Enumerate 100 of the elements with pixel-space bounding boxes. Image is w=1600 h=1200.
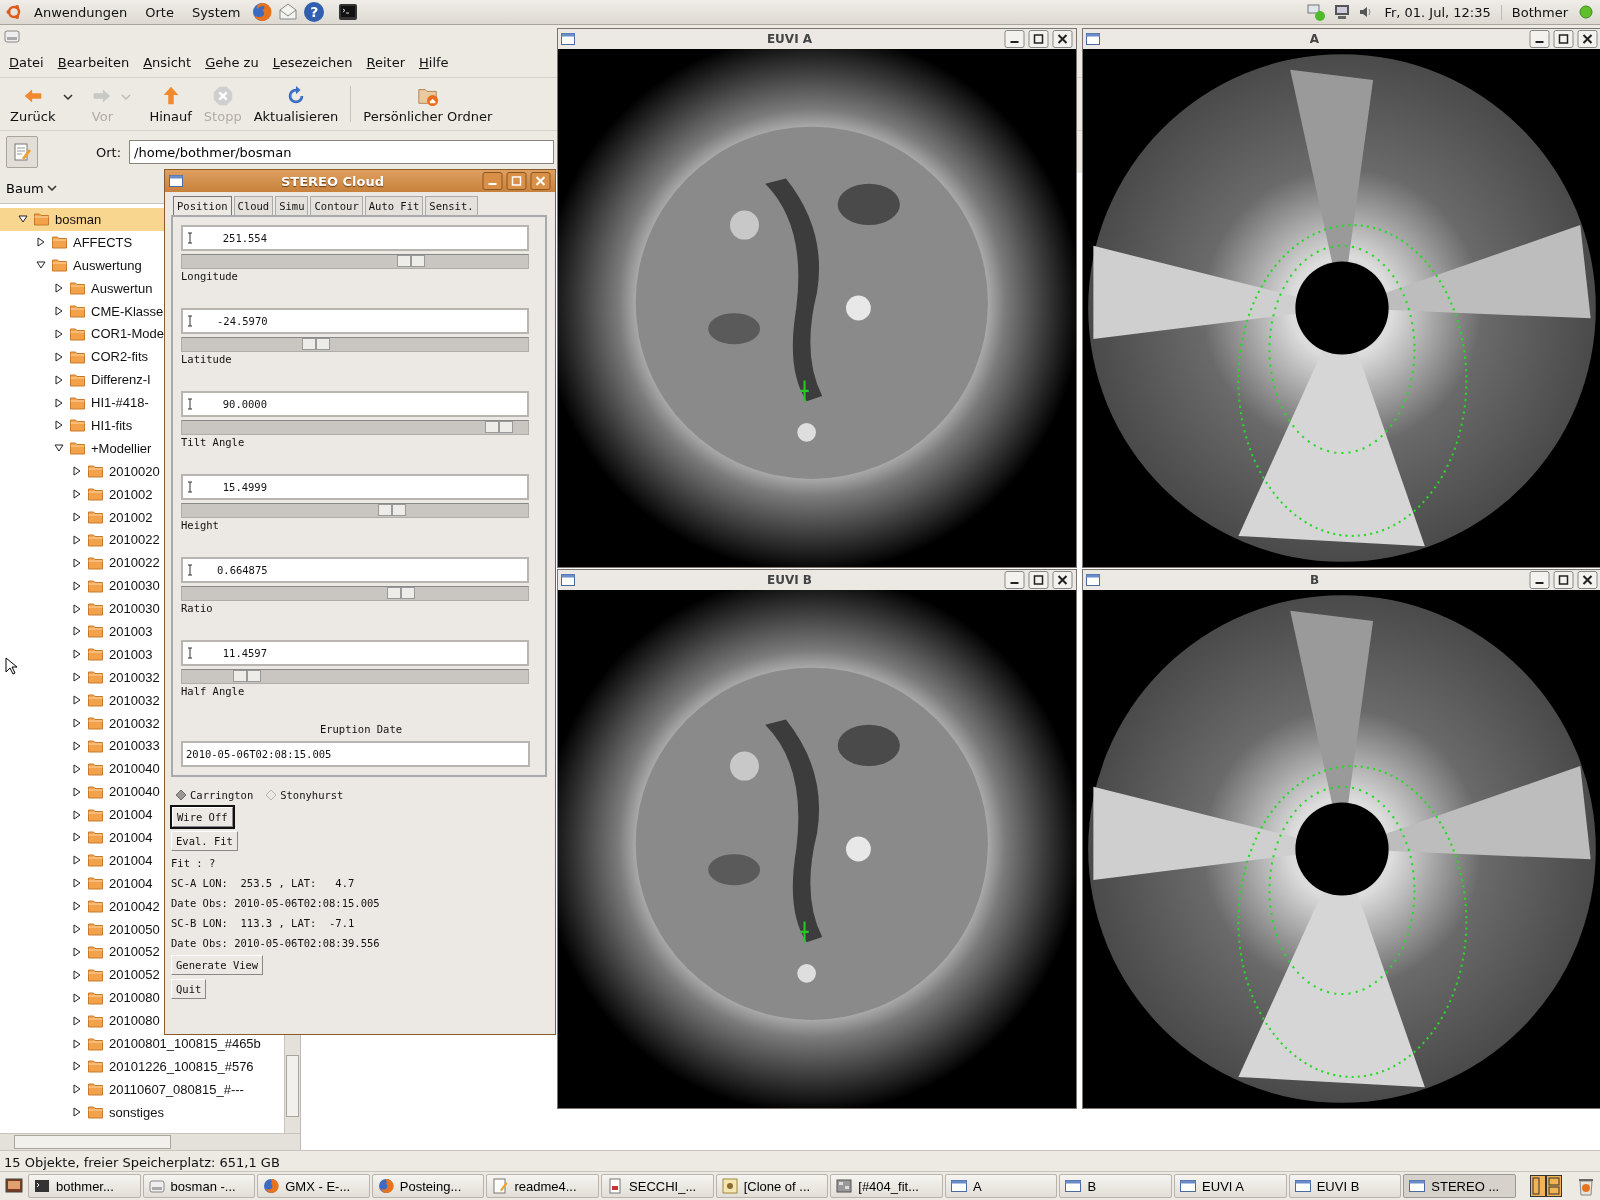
panel-menu[interactable]: System <box>185 4 247 20</box>
browser-icon[interactable] <box>252 2 273 22</box>
slider[interactable] <box>181 586 529 601</box>
expander-icon[interactable] <box>72 924 82 935</box>
close-icon[interactable] <box>1052 30 1073 48</box>
side-pane-dropdown[interactable]: Baum <box>0 180 63 196</box>
tree-item[interactable]: 2010032 <box>0 711 284 735</box>
show-desktop-icon[interactable] <box>4 1176 24 1196</box>
expander-icon[interactable] <box>72 1107 82 1118</box>
close-icon[interactable] <box>1052 571 1073 589</box>
expander-icon[interactable] <box>36 237 46 248</box>
maximize-icon[interactable] <box>1553 30 1574 48</box>
tab[interactable]: Contour <box>310 196 363 215</box>
slider-thumb[interactable] <box>302 338 331 350</box>
menu-item[interactable]: Gehe zu <box>205 54 259 70</box>
value-field[interactable]: 251.554 <box>181 225 529 251</box>
expander-icon[interactable] <box>72 534 82 545</box>
expander-icon[interactable] <box>36 260 46 271</box>
value-field[interactable]: 0.664875 <box>181 557 529 583</box>
terminal-icon[interactable] <box>338 2 359 22</box>
expander-icon[interactable] <box>72 649 82 660</box>
close-icon[interactable] <box>1577 571 1598 589</box>
maximize-icon[interactable] <box>506 172 527 190</box>
close-icon[interactable] <box>530 172 551 190</box>
expander-icon[interactable] <box>54 328 64 339</box>
date-field[interactable]: 2010-05-06T02:08:15.005 <box>181 741 530 767</box>
menu-item[interactable]: Hilfe <box>419 54 449 70</box>
slider-thumb[interactable] <box>377 504 406 516</box>
tab[interactable]: Auto Fit <box>364 196 424 215</box>
expander-icon[interactable] <box>72 809 82 820</box>
minimize-icon[interactable] <box>1004 30 1025 48</box>
expander-icon[interactable] <box>72 603 82 614</box>
slider[interactable] <box>181 420 529 435</box>
expander-icon[interactable] <box>72 512 82 522</box>
menu-item[interactable]: Ansicht <box>143 54 192 70</box>
expander-icon[interactable] <box>72 855 82 866</box>
maximize-icon[interactable] <box>1028 30 1049 48</box>
taskbar-button[interactable]: STEREO ... <box>1403 1174 1516 1198</box>
maximize-icon[interactable] <box>1553 571 1574 589</box>
trash-icon[interactable] <box>1576 1176 1596 1196</box>
tree-item[interactable]: sonstiges <box>0 1100 284 1124</box>
menu-item[interactable]: Lesezeichen <box>272 54 353 70</box>
slider-thumb[interactable] <box>485 421 514 433</box>
minimize-icon[interactable] <box>1004 571 1025 589</box>
expander-icon[interactable] <box>72 946 82 957</box>
button[interactable]: Quit <box>171 979 207 999</box>
taskbar-button[interactable]: EUVI B <box>1288 1174 1402 1198</box>
expander-icon[interactable] <box>72 763 82 774</box>
slider[interactable] <box>181 337 529 352</box>
tree-item[interactable]: 201003 <box>0 620 284 643</box>
menu-item[interactable]: Reiter <box>366 54 406 70</box>
expander-icon[interactable] <box>54 306 64 316</box>
scrollbar[interactable] <box>0 1133 300 1150</box>
taskbar-button[interactable]: [#404_fit... <box>830 1174 943 1198</box>
mail-icon[interactable] <box>278 2 299 22</box>
slider-thumb[interactable] <box>396 255 425 267</box>
toolbar-button[interactable]: Hinauf <box>143 82 198 126</box>
value-field[interactable]: 15.4999 <box>181 474 529 500</box>
expander-icon[interactable] <box>72 718 82 729</box>
panel-menu[interactable]: Anwendungen <box>28 4 134 20</box>
maximize-icon[interactable] <box>1028 571 1049 589</box>
button[interactable]: Generate View <box>171 955 264 975</box>
expander-icon[interactable] <box>72 695 82 706</box>
button[interactable]: Eval. Fit <box>171 831 238 851</box>
tree-item[interactable]: Differenz-I <box>0 368 284 392</box>
expander-icon[interactable] <box>72 466 82 477</box>
tree-item[interactable]: 20101226_100815_#576 <box>0 1054 284 1078</box>
taskbar-button[interactable]: readme4... <box>486 1174 600 1198</box>
tree-item[interactable]: HI1-fits <box>0 414 284 437</box>
radio-option[interactable]: Stonyhurst <box>265 789 344 801</box>
expander-icon[interactable] <box>54 397 64 408</box>
expander-icon[interactable] <box>72 557 82 568</box>
taskbar-button[interactable]: SECCHI_... <box>601 1174 714 1198</box>
expander-icon[interactable] <box>72 786 82 797</box>
radio-option[interactable]: Carrington <box>175 789 254 801</box>
expander-icon[interactable] <box>72 626 82 637</box>
taskbar-button[interactable]: bothmer... <box>28 1174 141 1198</box>
expander-icon[interactable] <box>72 969 82 980</box>
tree-item[interactable]: 20110607_080815_#--- <box>0 1077 284 1101</box>
expander-icon[interactable] <box>72 1061 82 1072</box>
window-icon[interactable] <box>1086 574 1100 586</box>
value-field[interactable]: -24.5970 <box>181 308 529 334</box>
taskbar-button[interactable]: B <box>1059 1174 1173 1198</box>
taskbar-button[interactable]: Posteing... <box>371 1174 485 1198</box>
toolbar-button[interactable]: Persönlicher Ordner <box>357 82 499 126</box>
clock[interactable]: Fr, 01. Jul, 12:35 <box>1380 4 1495 20</box>
expander-icon[interactable] <box>72 1015 82 1026</box>
close-icon[interactable] <box>1577 30 1598 48</box>
expander-icon[interactable] <box>54 283 64 294</box>
logo-icon[interactable] <box>6 4 22 20</box>
slider[interactable] <box>181 254 529 269</box>
menu-item[interactable]: Datei <box>9 54 44 70</box>
minimize-icon[interactable] <box>482 172 503 190</box>
status-dot-icon[interactable] <box>1578 4 1594 20</box>
taskbar-button[interactable]: bosman -... <box>142 1174 256 1198</box>
expander-icon[interactable] <box>72 992 82 1003</box>
minimize-icon[interactable] <box>1529 30 1550 48</box>
expander-icon[interactable] <box>54 374 64 385</box>
toolbar-button[interactable]: Aktualisieren <box>247 82 345 126</box>
caret-icon[interactable] <box>63 93 74 101</box>
